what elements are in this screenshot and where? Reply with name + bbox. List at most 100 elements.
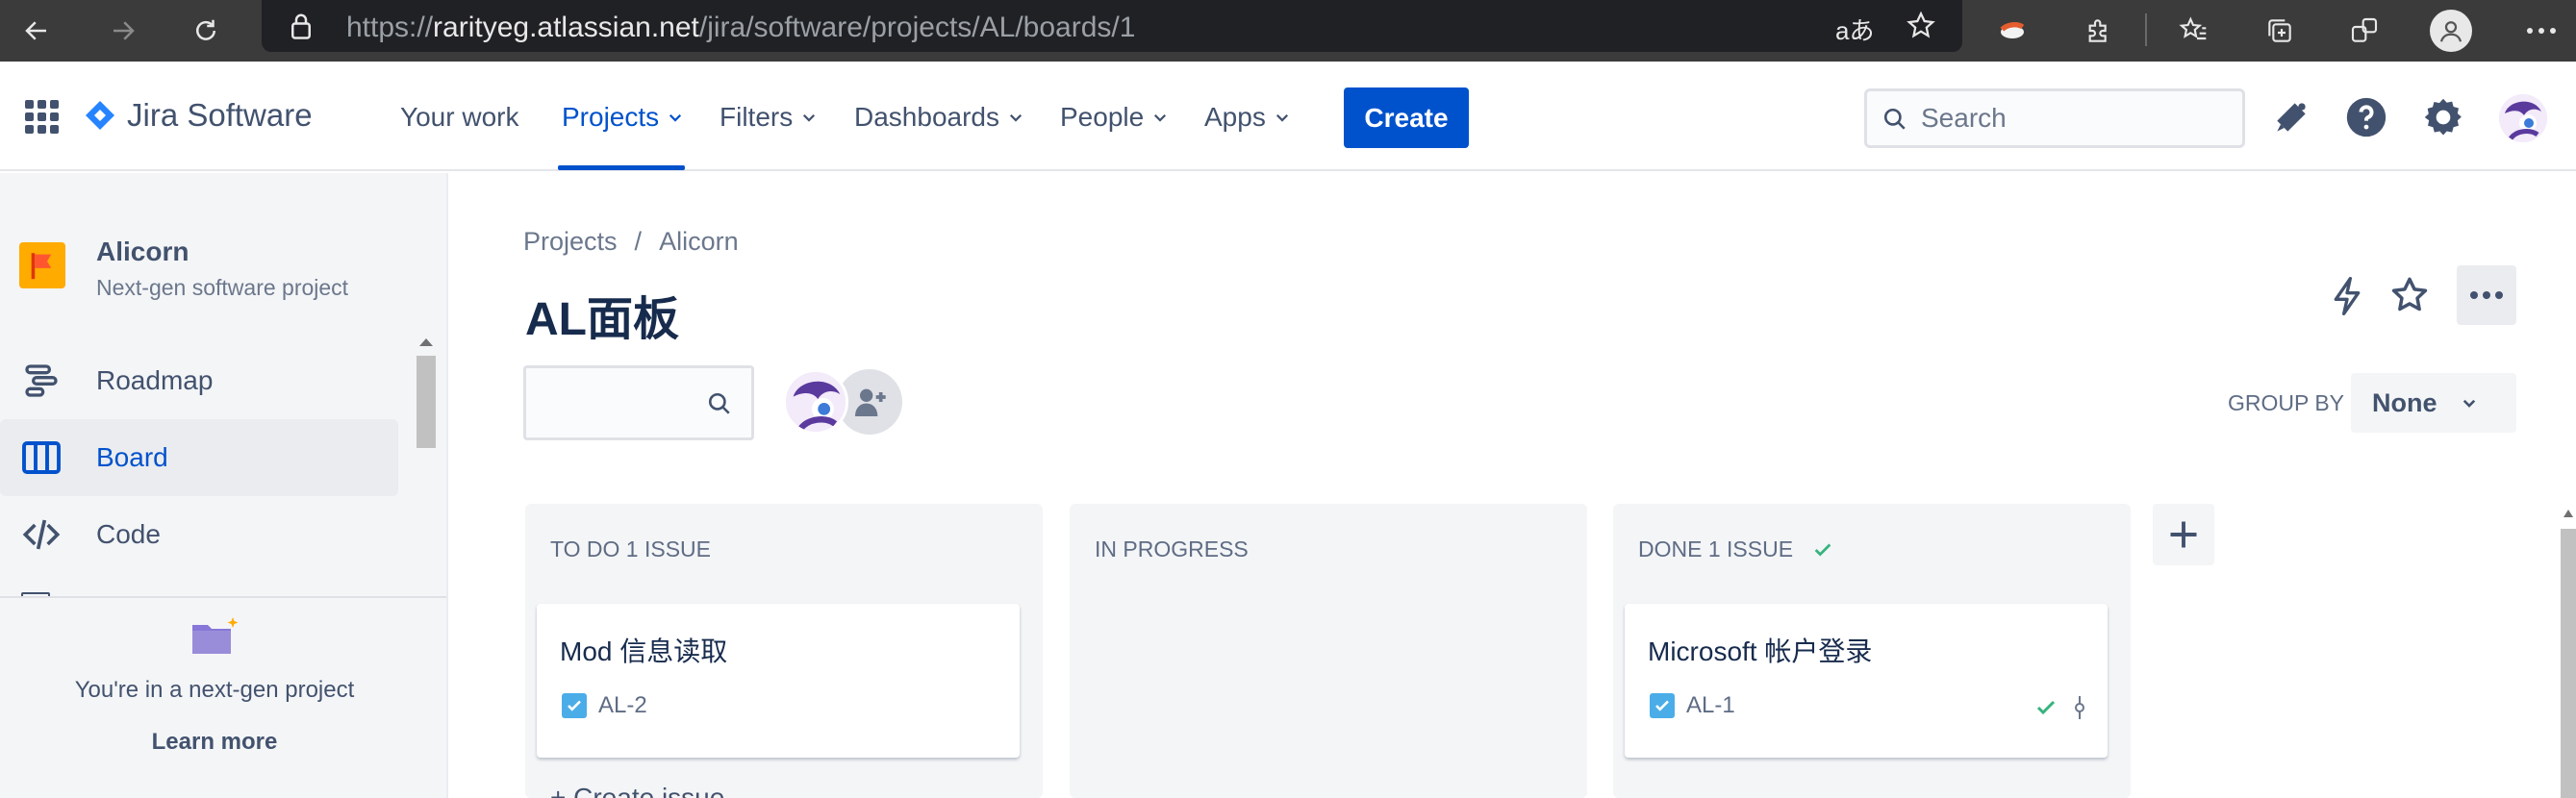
extension-sushi-button[interactable]	[1991, 10, 2033, 52]
task-type-icon	[562, 693, 587, 718]
help-button[interactable]	[2345, 96, 2387, 138]
add-person-icon	[855, 388, 886, 416]
assignee-avatar[interactable]	[783, 369, 848, 435]
next-gen-text: You're in a next-gen project	[74, 677, 355, 703]
search-box	[1864, 88, 2245, 148]
user-avatar-icon	[2430, 10, 2472, 52]
column-in-progress: IN PROGRESS	[1070, 504, 1587, 798]
url-text: https://rarityeg.atlassian.net/jira/soft…	[346, 12, 1136, 43]
user-avatar[interactable]	[2499, 94, 2547, 142]
pony-avatar-icon	[786, 372, 846, 432]
flag-icon	[31, 253, 52, 280]
column-todo: TO DO 1 ISSUE Mod 信息读取 AL-2 + Create iss…	[525, 504, 1043, 798]
nav-apps[interactable]: Apps	[1204, 102, 1291, 133]
scroll-up-arrow-icon	[2563, 510, 2573, 517]
task-type-icon	[1650, 693, 1675, 718]
board-icon	[19, 436, 63, 480]
add-favorite-icon[interactable]	[1905, 10, 1937, 42]
nav-filters[interactable]: Filters	[720, 102, 818, 133]
collections-button[interactable]	[2259, 10, 2301, 52]
next-gen-footer: You're in a next-gen project Learn more	[0, 596, 446, 798]
lock-icon	[291, 13, 311, 39]
board-search-field[interactable]	[523, 365, 754, 440]
forward-arrow-icon	[114, 21, 135, 40]
plus-icon	[2170, 521, 2197, 548]
breadcrumb-alicorn[interactable]: Alicorn	[659, 227, 739, 257]
create-button[interactable]: Create	[1344, 87, 1469, 148]
toolbar-divider	[2145, 13, 2147, 46]
star-board-button[interactable]	[2389, 275, 2430, 315]
settings-button[interactable]	[2422, 96, 2464, 138]
nav-your-work[interactable]: Your work	[400, 102, 518, 133]
notifications-button[interactable]	[2270, 96, 2312, 138]
product-name: Jira Software	[127, 97, 313, 133]
chevron-down-icon	[803, 113, 816, 122]
project-name[interactable]: Alicorn	[96, 237, 189, 267]
issue-card[interactable]: Mod 信息读取 AL-2	[537, 604, 1020, 758]
scrollbar-thumb[interactable]	[417, 356, 436, 448]
issue-meta: AL-2	[562, 692, 647, 719]
search-input[interactable]	[1921, 101, 2229, 136]
puzzle-icon	[2088, 19, 2107, 42]
column-header: TO DO 1 ISSUE	[550, 536, 712, 561]
read-aloud-icon[interactable]: aあ	[1835, 12, 1874, 47]
issue-title: Mod 信息读取	[560, 636, 728, 666]
add-column-button[interactable]	[2153, 504, 2214, 565]
commit-icon	[2075, 696, 2084, 719]
nav-dashboards[interactable]: Dashboards	[854, 102, 1024, 133]
jira-logo[interactable]: Jira Software	[83, 96, 313, 135]
learn-more-link[interactable]: Learn more	[0, 729, 429, 756]
more-actions-button[interactable]	[2457, 265, 2516, 325]
refresh-icon	[196, 19, 215, 40]
search-icon	[1883, 108, 1906, 130]
megaphone-icon	[2277, 103, 2306, 132]
address-bar[interactable]: https://rarityeg.atlassian.net/jira/soft…	[262, 0, 1962, 52]
browser-menu-button[interactable]	[2520, 10, 2563, 52]
scroll-up-arrow-icon	[419, 338, 433, 346]
group-by-select[interactable]: None	[2351, 373, 2516, 433]
sidebar-item-label: Board	[96, 442, 168, 472]
project-avatar[interactable]	[19, 242, 65, 288]
check-icon	[1814, 543, 1831, 557]
more-horizontal-icon	[2527, 28, 2556, 34]
help-icon	[2346, 97, 2387, 137]
browser-profile-button[interactable]	[2430, 10, 2472, 52]
extensions-button[interactable]	[2078, 10, 2120, 52]
back-button[interactable]	[15, 10, 58, 52]
sidebar-item-label: Roadmap	[96, 365, 214, 395]
pony-avatar-icon	[2499, 94, 2547, 142]
sushi-extension-icon	[2000, 22, 2025, 38]
sidebar-item-roadmap[interactable]: Roadmap	[0, 342, 398, 419]
page-scrollbar[interactable]	[2561, 504, 2576, 798]
code-icon	[19, 512, 63, 557]
automation-button[interactable]	[2328, 275, 2366, 317]
group-by-value: None	[2372, 387, 2437, 417]
issue-key[interactable]: AL-2	[598, 692, 647, 719]
sidebar-item-code[interactable]: Code	[0, 496, 398, 573]
chevron-down-icon	[1154, 113, 1167, 122]
app-switcher-button[interactable]	[25, 100, 60, 135]
browser-toolbar: https://rarityeg.atlassian.net/jira/soft…	[0, 0, 2576, 62]
project-sidebar: Alicorn Next-gen software project Roadma…	[0, 173, 448, 798]
collections-icon	[2268, 19, 2291, 42]
issue-title: Microsoft 帐户登录	[1648, 636, 1873, 666]
search-icon	[708, 392, 730, 414]
favorites-button[interactable]	[2172, 10, 2214, 52]
group-by-label: GROUP BY	[2228, 390, 2344, 415]
profile-sync-button[interactable]	[2343, 10, 2386, 52]
issue-card[interactable]: Microsoft 帐户登录 AL-1	[1625, 604, 2108, 758]
nav-projects[interactable]: Projects	[562, 102, 684, 133]
forward-button[interactable]	[102, 10, 144, 52]
issue-key[interactable]: AL-1	[1686, 692, 1735, 719]
sync-icon	[2351, 17, 2378, 42]
scrollbar-thumb[interactable]	[2561, 529, 2576, 798]
chevron-down-icon	[2462, 399, 2475, 408]
nav-people[interactable]: People	[1060, 102, 1169, 133]
sidebar-item-board[interactable]: Board	[0, 419, 398, 496]
chevron-down-icon	[669, 113, 682, 122]
favorites-star-icon	[2179, 16, 2207, 40]
refresh-button[interactable]	[185, 10, 227, 52]
breadcrumb-projects[interactable]: Projects	[523, 227, 618, 257]
issue-meta: AL-1	[1650, 692, 1735, 719]
create-issue-button[interactable]: + Create issue	[550, 779, 762, 798]
